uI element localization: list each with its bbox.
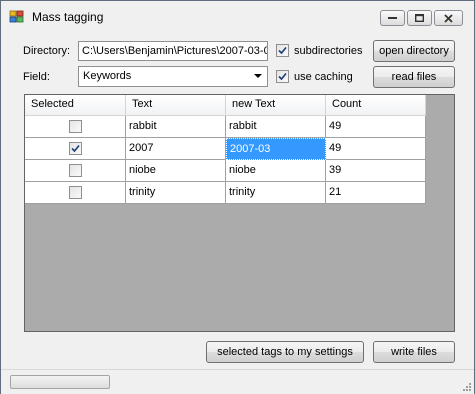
checkmark-icon (71, 144, 80, 153)
checkmark-icon (278, 72, 287, 81)
column-header-text[interactable]: Text (126, 95, 226, 116)
row-select-checkbox[interactable] (69, 186, 82, 199)
directory-label: Directory: (23, 45, 71, 57)
count-cell[interactable]: 21 (326, 182, 426, 204)
text-cell[interactable]: rabbit (126, 116, 226, 138)
row-select-checkbox[interactable] (69, 164, 82, 177)
new-text-cell[interactable]: trinity (226, 182, 326, 204)
table-row-selected-cell[interactable] (25, 182, 126, 204)
table-row-selected-cell[interactable] (25, 116, 126, 138)
table-row-selected-cell[interactable] (25, 160, 126, 182)
resize-grip-icon[interactable] (461, 381, 471, 391)
directory-input[interactable]: C:\Users\Benjamin\Pictures\2007-03-0 (78, 41, 268, 61)
new-text-cell[interactable]: niobe (226, 160, 326, 182)
close-button[interactable] (434, 10, 463, 26)
subdirectories-label: subdirectories (294, 45, 363, 57)
close-icon (444, 13, 453, 23)
progress-bar (10, 375, 110, 389)
window-title: Mass tagging (32, 10, 104, 24)
row-select-checkbox[interactable] (69, 120, 82, 133)
field-label: Field: (23, 71, 50, 83)
minimize-icon (388, 17, 397, 19)
field-dropdown-value: Keywords (83, 70, 132, 82)
table-row-selected-cell[interactable] (25, 138, 126, 160)
column-header-new-text[interactable]: new Text (226, 95, 326, 116)
new-text-cell[interactable]: rabbit (226, 116, 326, 138)
mass-tagging-window: Mass tagging Directory: C:\Users\Benjami… (0, 0, 475, 394)
text-cell[interactable]: 2007 (126, 138, 226, 160)
maximize-button[interactable] (407, 10, 432, 26)
use-caching-label: use caching (294, 71, 353, 83)
text-cell[interactable]: niobe (126, 160, 226, 182)
count-cell[interactable]: 39 (326, 160, 426, 182)
count-cell[interactable]: 49 (326, 116, 426, 138)
subdirectories-checkbox[interactable] (276, 44, 289, 57)
minimize-button[interactable] (380, 10, 405, 26)
read-files-button[interactable]: read files (373, 66, 455, 88)
row-select-checkbox[interactable] (69, 142, 82, 155)
field-dropdown[interactable]: Keywords (78, 66, 268, 87)
status-bar (1, 369, 474, 394)
tags-grid[interactable]: Selected Text new Text Count rabbit rabb… (24, 94, 455, 332)
new-text-cell-selected[interactable]: 2007-03 (226, 138, 326, 160)
title-bar[interactable]: Mass tagging (1, 1, 474, 31)
column-header-selected[interactable]: Selected (25, 95, 126, 116)
maximize-icon (415, 14, 424, 22)
chevron-down-icon[interactable] (254, 74, 262, 78)
text-cell[interactable]: trinity (126, 182, 226, 204)
open-directory-button[interactable]: open directory (373, 40, 455, 62)
selected-tags-to-settings-button[interactable]: selected tags to my settings (206, 341, 364, 363)
count-cell[interactable]: 49 (326, 138, 426, 160)
column-header-count[interactable]: Count (326, 95, 426, 116)
use-caching-checkbox[interactable] (276, 70, 289, 83)
tags-app-icon (9, 10, 24, 23)
checkmark-icon (278, 46, 287, 55)
write-files-button[interactable]: write files (373, 341, 455, 363)
